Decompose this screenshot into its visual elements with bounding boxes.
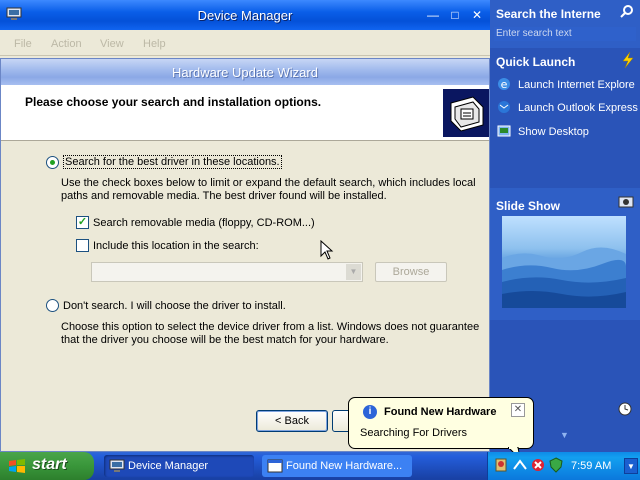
found-new-hardware-balloon[interactable]: i Found New Hardware ✕ Searching For Dri… xyxy=(348,397,534,449)
menu-action[interactable]: Action xyxy=(51,38,82,50)
device-manager-icon xyxy=(109,459,125,472)
lightning-icon xyxy=(622,52,634,68)
device-manager-menubar: File Action View Help xyxy=(0,30,490,56)
include-location-label[interactable]: Include this location in the search: xyxy=(93,240,259,252)
shield-icon[interactable] xyxy=(548,457,564,473)
security-alert-icon[interactable] xyxy=(530,457,546,473)
slideshow-image[interactable] xyxy=(502,216,626,308)
search-option-label[interactable]: Search for the best driver in these loca… xyxy=(63,155,282,169)
internet-explorer-icon[interactable]: e xyxy=(496,76,512,92)
camera-icon[interactable] xyxy=(618,194,634,208)
include-location-row[interactable]: Include this location in the search: xyxy=(76,239,259,252)
slideshow-title: Slide Show xyxy=(496,199,561,213)
chevron-down-icon: ▼ xyxy=(346,264,361,280)
quick-launch-title: Quick Launch xyxy=(496,55,576,69)
wizard-title: Hardware Update Wizard xyxy=(172,65,318,80)
dont-search-option-label[interactable]: Don't search. I will choose the driver t… xyxy=(63,300,286,312)
wizard-header: Please choose your search and installati… xyxy=(1,85,489,141)
menu-help[interactable]: Help xyxy=(143,38,166,50)
task-device-manager-label: Device Manager xyxy=(128,460,209,472)
svg-text:e: e xyxy=(501,78,508,91)
task-device-manager[interactable]: Device Manager xyxy=(104,455,254,477)
quick-launch-item-ie[interactable]: Launch Internet Explore xyxy=(518,79,635,91)
sidebar-search-section: Search the Interne Enter search text xyxy=(490,0,640,48)
search-radio[interactable] xyxy=(46,155,59,169)
mouse-cursor-icon xyxy=(320,240,334,260)
task-found-new-hardware-label: Found New Hardware... xyxy=(286,460,403,472)
back-button[interactable]: < Back xyxy=(256,410,328,432)
new-hardware-icon[interactable] xyxy=(493,457,509,473)
taskbar: start Device Manager Found New Hardware.… xyxy=(0,452,640,480)
clock[interactable]: 7:59 AM xyxy=(571,460,611,472)
search-icon[interactable] xyxy=(620,4,634,18)
removable-media-row[interactable]: ✓ Search removable media (floppy, CD-ROM… xyxy=(76,216,315,229)
close-icon[interactable]: ✕ xyxy=(468,6,486,24)
quick-launch-section: Quick Launch e Launch Internet Explore L… xyxy=(490,50,640,184)
menu-file[interactable]: File xyxy=(14,38,32,50)
task-found-new-hardware[interactable]: Found New Hardware... xyxy=(262,455,412,477)
clock-icon[interactable] xyxy=(618,402,632,416)
dont-search-option-description: Choose this option to select the device … xyxy=(61,321,480,346)
wizard-heading: Please choose your search and installati… xyxy=(25,95,322,109)
device-manager-title: Device Manager xyxy=(197,8,293,23)
removable-media-checkbox[interactable]: ✓ xyxy=(76,216,89,229)
show-desktop-icon[interactable] xyxy=(496,123,512,139)
window-icon xyxy=(267,459,283,473)
wizard-titlebar[interactable]: Hardware Update Wizard xyxy=(1,59,489,85)
chevron-down-icon[interactable]: ▼ xyxy=(560,430,569,440)
menu-view[interactable]: View xyxy=(100,38,124,50)
dont-search-option-row[interactable]: Don't search. I will choose the driver t… xyxy=(46,299,286,312)
sidebar-search-title: Search the Interne xyxy=(496,7,601,21)
search-option-row[interactable]: Search for the best driver in these loca… xyxy=(46,155,282,169)
search-input[interactable]: Enter search text xyxy=(494,27,636,41)
hardware-update-wizard: Hardware Update Wizard Please choose you… xyxy=(0,58,490,452)
outlook-express-icon[interactable] xyxy=(496,99,512,115)
location-combobox: ▼ xyxy=(91,262,363,282)
removable-media-label[interactable]: Search removable media (floppy, CD-ROM..… xyxy=(93,217,315,229)
chevron-down-icon[interactable]: ▼ xyxy=(624,458,638,474)
quick-launch-item-show-desktop[interactable]: Show Desktop xyxy=(518,126,589,138)
balloon-title: Found New Hardware xyxy=(384,406,497,418)
start-label: start xyxy=(32,456,67,473)
device-manager-titlebar[interactable]: Device Manager — □ ✕ xyxy=(0,0,490,30)
windows-logo-icon xyxy=(9,459,25,473)
start-button[interactable]: start xyxy=(0,452,94,480)
hardware-icon xyxy=(443,89,489,137)
system-tray: 7:59 AM ▼ xyxy=(487,452,640,480)
balloon-message: Searching For Drivers xyxy=(360,427,467,439)
network-icon[interactable] xyxy=(512,457,528,473)
close-icon[interactable]: ✕ xyxy=(511,403,525,417)
minimize-icon[interactable]: — xyxy=(424,6,442,24)
search-option-description: Use the check boxes below to limit or ex… xyxy=(61,177,476,202)
quick-launch-item-outlook[interactable]: Launch Outlook Express xyxy=(518,102,638,114)
dont-search-radio[interactable] xyxy=(46,299,59,312)
include-location-checkbox[interactable] xyxy=(76,239,89,252)
info-icon: i xyxy=(363,405,377,419)
browse-button: Browse xyxy=(375,262,447,282)
maximize-icon[interactable]: □ xyxy=(446,6,464,24)
